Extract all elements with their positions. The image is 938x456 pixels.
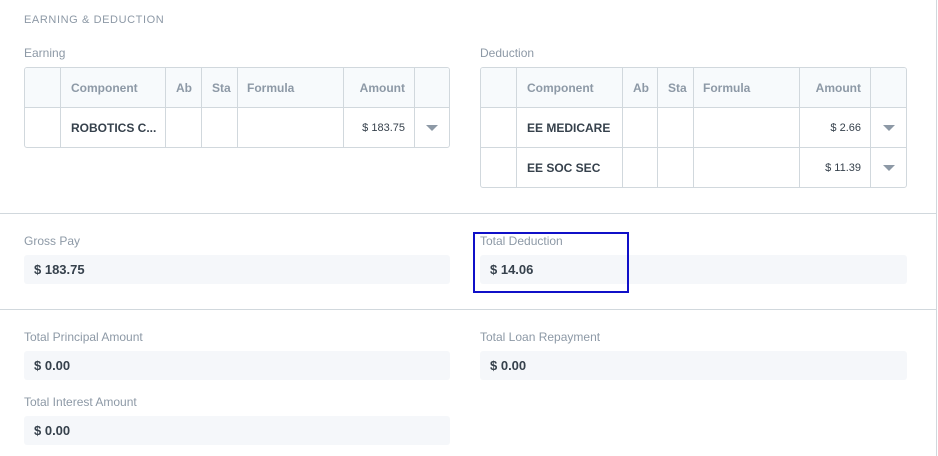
table-row[interactable]: ROBOTICS C... $ 183.75: [25, 108, 449, 147]
earning-table-header: Component Ab Sta Formula Amount: [25, 68, 449, 108]
component-cell[interactable]: EE MEDICARE: [517, 108, 623, 147]
header-component[interactable]: Component: [517, 68, 623, 107]
table-row[interactable]: EE SOC SEC $ 11.39: [481, 148, 906, 187]
row-dropdown[interactable]: [871, 108, 906, 147]
section-divider: [0, 309, 936, 310]
formula-cell[interactable]: [694, 108, 800, 147]
amount-cell[interactable]: $ 11.39: [800, 148, 871, 187]
header-abbr[interactable]: Ab: [623, 68, 658, 107]
row-index-cell[interactable]: [25, 108, 61, 147]
abbr-cell[interactable]: [166, 108, 202, 147]
row-dropdown[interactable]: [415, 108, 449, 147]
header-amount[interactable]: Amount: [344, 68, 415, 107]
total-deduction-field: $ 14.06: [480, 255, 907, 284]
statistical-cell[interactable]: [202, 108, 238, 147]
total-interest-field: $ 0.00: [24, 416, 450, 445]
header-row-index: [481, 68, 517, 107]
abbr-cell[interactable]: [623, 148, 658, 187]
statistical-cell[interactable]: [658, 148, 694, 187]
header-amount[interactable]: Amount: [800, 68, 871, 107]
total-principal-label: Total Principal Amount: [24, 330, 143, 344]
deduction-label: Deduction: [480, 46, 535, 60]
total-principal-field: $ 0.00: [24, 351, 450, 380]
header-component[interactable]: Component: [61, 68, 166, 107]
component-cell[interactable]: EE SOC SEC: [517, 148, 623, 187]
header-statistical[interactable]: Sta: [202, 68, 238, 107]
table-row[interactable]: EE MEDICARE $ 2.66: [481, 108, 906, 148]
statistical-cell[interactable]: [658, 108, 694, 147]
formula-cell[interactable]: [238, 108, 344, 147]
caret-down-icon[interactable]: [426, 125, 438, 131]
formula-cell[interactable]: [694, 148, 800, 187]
section-divider: [0, 213, 936, 214]
header-statistical[interactable]: Sta: [658, 68, 694, 107]
row-index-cell[interactable]: [481, 148, 517, 187]
gross-pay-label: Gross Pay: [24, 234, 81, 248]
deduction-table-header: Component Ab Sta Formula Amount: [481, 68, 906, 108]
earning-table: Component Ab Sta Formula Amount ROBOTICS…: [24, 67, 450, 148]
header-formula[interactable]: Formula: [238, 68, 344, 107]
section-title: EARNING & DEDUCTION: [24, 14, 165, 26]
component-cell[interactable]: ROBOTICS C...: [61, 108, 166, 147]
gross-pay-field: $ 183.75: [24, 255, 450, 284]
caret-down-icon[interactable]: [882, 165, 895, 171]
caret-down-icon[interactable]: [882, 124, 895, 131]
header-actions: [871, 68, 906, 107]
earning-label: Earning: [24, 46, 66, 60]
header-row-index: [25, 68, 61, 107]
row-index-cell[interactable]: [481, 108, 517, 147]
total-loan-repayment-label: Total Loan Repayment: [480, 330, 601, 344]
header-actions: [415, 68, 449, 107]
total-loan-repayment-field: $ 0.00: [480, 351, 907, 380]
header-formula[interactable]: Formula: [694, 68, 800, 107]
row-dropdown[interactable]: [871, 148, 906, 187]
total-interest-label: Total Interest Amount: [24, 395, 137, 409]
total-deduction-label: Total Deduction: [480, 234, 563, 248]
deduction-table: Component Ab Sta Formula Amount EE MEDIC…: [480, 67, 907, 188]
header-abbr[interactable]: Ab: [166, 68, 202, 107]
abbr-cell[interactable]: [623, 108, 658, 147]
section-right-border: [936, 0, 937, 456]
amount-cell[interactable]: $ 2.66: [800, 108, 871, 147]
amount-cell[interactable]: $ 183.75: [344, 108, 415, 147]
